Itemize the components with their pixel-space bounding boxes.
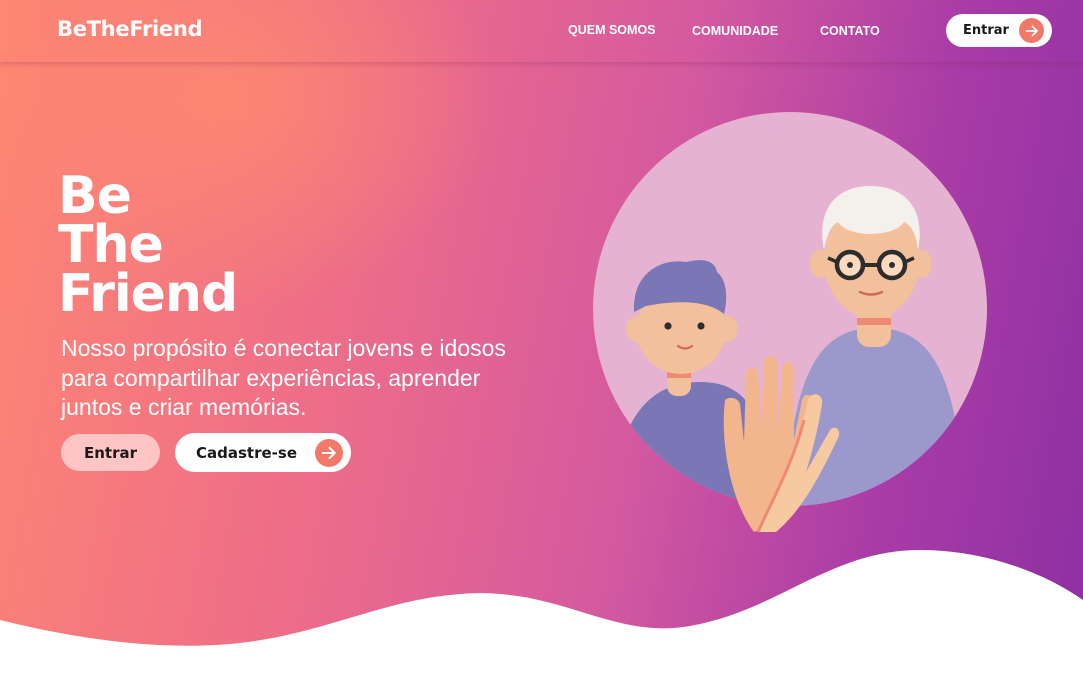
arrow-right-icon	[1019, 18, 1044, 43]
header-login-button[interactable]: Entrar	[946, 14, 1052, 47]
wave-divider	[0, 550, 1083, 696]
friends-high-five-illustration	[593, 112, 987, 533]
hero-headline: Be The Friend	[58, 166, 238, 324]
nav-link-contato[interactable]: CONTATO	[820, 24, 880, 38]
hero-enter-label: Entrar	[83, 443, 137, 462]
headline-line-friend: Friend	[58, 264, 238, 324]
headline-line-the: The	[58, 215, 164, 275]
nav-link-comunidade[interactable]: COMUNIDADE	[692, 24, 778, 38]
arrow-right-icon	[315, 439, 343, 467]
hero-enter-button[interactable]: Entrar	[61, 434, 160, 471]
header-login-label: Entrar	[963, 23, 1009, 38]
hero-tagline: Nosso propósito é conectar jovens e idos…	[61, 335, 506, 420]
nav-link-quem-somos[interactable]: QUEM SOMOS	[568, 23, 656, 37]
hero-section: BeTheFriend QUEM SOMOS COMUNIDADE CONTAT…	[0, 0, 1083, 696]
hero-signup-label: Cadastre-se	[196, 443, 297, 462]
hero-signup-button[interactable]: Cadastre-se	[175, 433, 351, 472]
brand-logo[interactable]: BeTheFriend	[57, 17, 203, 41]
top-navigation-bar: BeTheFriend QUEM SOMOS COMUNIDADE CONTAT…	[0, 0, 1083, 62]
headline-line-be: Be	[58, 166, 132, 226]
